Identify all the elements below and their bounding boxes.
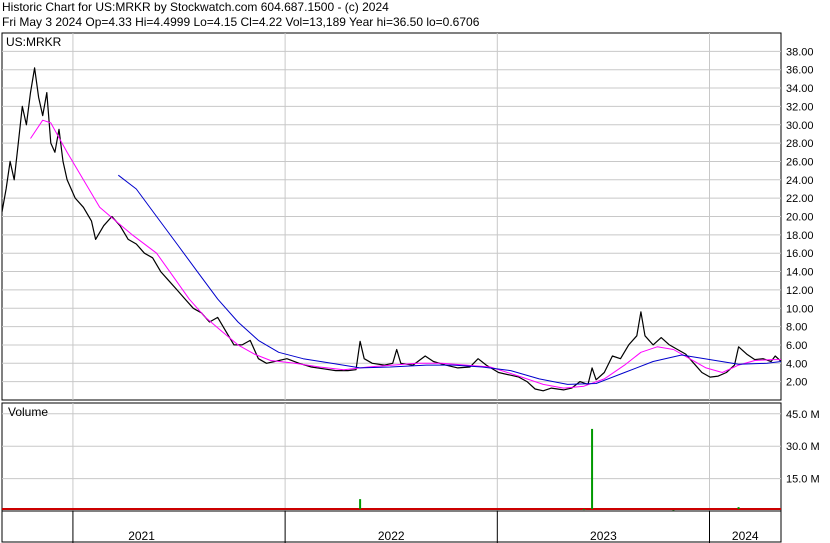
volume-bar (359, 499, 362, 509)
volume-bar (591, 428, 594, 509)
volume-tick-label: 45.0 M (786, 409, 820, 421)
volume-tick-label: 30.0 M (786, 441, 820, 453)
price-tick-label: 18.00 (786, 230, 814, 242)
volume-panel-frame (1, 402, 782, 512)
price-tick-label: 2.00 (786, 377, 807, 389)
price-tick-label: 28.00 (786, 138, 814, 150)
price-tick-label: 10.00 (786, 303, 814, 315)
volume-label: Volume (8, 405, 48, 419)
volume-panel: 15.0 M 30.0 M 45.0 M Volume (1, 402, 820, 512)
price-tick-label: 34.00 (786, 83, 814, 95)
price-tick-label: 4.00 (786, 358, 807, 370)
price-tick-label: 38.00 (786, 46, 814, 58)
year-label: 2023 (590, 529, 617, 543)
price-tick-label: 32.00 (786, 101, 814, 113)
volume-tick-label: 15.0 M (786, 474, 820, 486)
price-panel: 2.00 4.00 6.00 8.00 10.00 12.00 14.00 16.00 18.0… (1, 32, 814, 401)
price-tick-label: 6.00 (786, 340, 807, 352)
price-tick-label: 8.00 (786, 322, 807, 334)
stock-chart: 2.00 4.00 6.00 8.00 10.00 12.00 14.00 16.00 18.0… (1, 32, 820, 543)
price-tick-label: 16.00 (786, 248, 814, 260)
year-label: 2022 (378, 529, 405, 543)
price-tick-label: 20.00 (786, 212, 814, 224)
year-label: 2021 (128, 529, 155, 543)
volume-bar (582, 509, 585, 511)
price-tick-label: 36.00 (786, 65, 814, 77)
price-tick-label: 12.00 (786, 285, 814, 297)
price-tick-label: 26.00 (786, 156, 814, 168)
price-tick-label: 30.00 (786, 120, 814, 132)
x-axis: 2021 2022 2023 2024 (1, 510, 782, 543)
price-tick-label: 22.00 (786, 193, 814, 205)
price-tick-label: 14.00 (786, 267, 814, 279)
ticker-label: US:MRKR (6, 35, 62, 49)
price-tick-label: 24.00 (786, 175, 814, 187)
year-label: 2024 (732, 529, 759, 543)
volume-bar (737, 507, 740, 509)
